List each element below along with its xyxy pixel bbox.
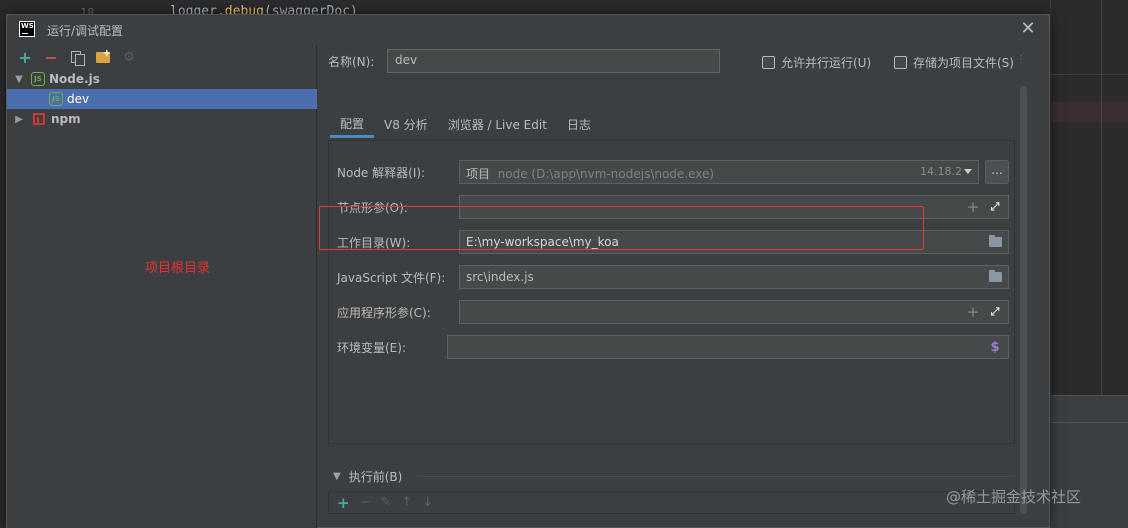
chevron-down-icon bbox=[964, 169, 972, 174]
app-params-label: 应用程序形参(C): bbox=[337, 305, 431, 320]
working-dir-row: 工作目录(W): bbox=[337, 230, 410, 254]
expand-icon[interactable]: ⤢ bbox=[986, 303, 1004, 321]
title-bar: WS 运行/调试配置 ✕ bbox=[7, 15, 1049, 45]
env-vars-input[interactable]: $ bbox=[447, 335, 1009, 359]
interpreter-select[interactable]: 项目 node (D:\app\nvm-nodejs\node.exe) 14.… bbox=[459, 160, 979, 184]
plus-icon[interactable]: + bbox=[964, 303, 982, 321]
scrollbar[interactable] bbox=[1020, 86, 1027, 514]
breakpoint-row bbox=[1051, 102, 1128, 122]
tree-toolbar: + − ⚙ bbox=[7, 45, 317, 69]
config-tabs: 配置 V8 分析 浏览器 / Live Edit 日志 bbox=[330, 108, 601, 138]
app-params-input[interactable]: + ⤢ bbox=[459, 300, 1009, 324]
app-params-row: 应用程序形参(C): bbox=[337, 300, 431, 324]
parallel-run-checkbox[interactable] bbox=[762, 56, 775, 69]
node-params-row: 节点形参(O): bbox=[337, 195, 408, 219]
add-task-icon[interactable]: + bbox=[337, 494, 350, 512]
store-project-label: 存储为项目文件(S) bbox=[913, 56, 1014, 70]
dialog-title: 运行/调试配置 bbox=[47, 24, 124, 38]
interpreter-row: Node 解释器(I): bbox=[337, 160, 425, 184]
name-input[interactable]: dev bbox=[387, 49, 720, 73]
dollar-icon[interactable]: $ bbox=[986, 338, 1004, 356]
background-right-pane bbox=[1050, 0, 1128, 528]
store-project-option[interactable]: 存储为项目文件(S) bbox=[894, 54, 1014, 71]
tab-logs[interactable]: 日志 bbox=[557, 108, 601, 138]
tree-item-dev[interactable]: JS dev bbox=[7, 89, 317, 109]
copy-icon bbox=[71, 50, 85, 66]
working-dir-input[interactable]: E:\my-workspace\my_koa bbox=[459, 230, 1009, 254]
interpreter-prefix: 项目 bbox=[466, 167, 491, 181]
background-bottom-panel bbox=[1051, 395, 1128, 528]
store-project-checkbox[interactable] bbox=[894, 56, 907, 69]
npm-icon bbox=[33, 113, 45, 125]
chevron-down-icon[interactable]: ▼ bbox=[333, 471, 341, 482]
js-file-input[interactable]: src\index.js bbox=[459, 265, 1009, 289]
parallel-run-label: 允许并行运行(U) bbox=[781, 56, 872, 70]
add-config-icon[interactable]: + bbox=[14, 47, 36, 67]
annotation-label: 项目根目录 bbox=[145, 261, 211, 276]
edit-templates-icon[interactable]: ⚙ bbox=[118, 47, 140, 67]
nodejs-icon: JS bbox=[49, 92, 63, 106]
tab-v8-profiling[interactable]: V8 分析 bbox=[374, 108, 438, 138]
tree-item-label: Node.js bbox=[49, 72, 100, 86]
folder-icon[interactable] bbox=[986, 268, 1004, 286]
tree-item-npm[interactable]: ▶ npm bbox=[7, 109, 317, 129]
config-panel: Node 解释器(I): 项目 node (D:\app\nvm-nodejs\… bbox=[328, 140, 1015, 444]
folder-icon[interactable] bbox=[986, 233, 1004, 251]
interpreter-browse-button[interactable]: ... bbox=[985, 160, 1009, 184]
before-run-toolbar: + − ✎ ↑ ↓ bbox=[328, 491, 1015, 514]
expand-icon[interactable]: ⤢ bbox=[986, 198, 1004, 216]
remove-task-icon[interactable]: − bbox=[360, 495, 371, 510]
node-params-label: 节点形参(O): bbox=[337, 200, 408, 215]
tree-item-label: dev bbox=[67, 92, 90, 106]
before-run-label: 执行前(B) bbox=[348, 470, 403, 484]
tree-item-label: npm bbox=[51, 112, 81, 126]
watermark: @稀土掘金技术社区 bbox=[946, 488, 1082, 506]
interpreter-version: 14.18.2 bbox=[920, 165, 962, 178]
chevron-down-icon[interactable]: ▼ bbox=[13, 74, 25, 85]
node-params-input[interactable]: + ⤢ bbox=[459, 195, 1009, 219]
plus-icon[interactable]: + bbox=[964, 198, 982, 216]
working-dir-label: 工作目录(W): bbox=[337, 235, 411, 250]
close-button[interactable]: ✕ bbox=[1018, 19, 1038, 39]
scrollbar-thumb[interactable] bbox=[1020, 86, 1027, 514]
more-options-icon[interactable]: ⋮ bbox=[1016, 54, 1026, 65]
edit-task-icon[interactable]: ✎ bbox=[380, 495, 391, 510]
chevron-right-icon[interactable]: ▶ bbox=[13, 114, 25, 125]
config-tree: ▼ JS Node.js JS dev ▶ npm bbox=[7, 69, 317, 129]
before-run-section[interactable]: ▼ 执行前(B) bbox=[333, 468, 402, 485]
nodejs-icon: JS bbox=[31, 72, 45, 86]
new-folder-button[interactable] bbox=[92, 47, 114, 67]
name-label: 名称(N): bbox=[328, 55, 375, 69]
webstorm-logo-icon: WS bbox=[19, 21, 35, 37]
remove-config-icon[interactable]: − bbox=[40, 47, 62, 67]
copy-config-button[interactable] bbox=[66, 47, 88, 67]
move-down-icon[interactable]: ↓ bbox=[422, 495, 433, 510]
parallel-run-option[interactable]: 允许并行运行(U) bbox=[762, 54, 871, 71]
tab-browser-live-edit[interactable]: 浏览器 / Live Edit bbox=[438, 108, 557, 138]
js-file-row: JavaScript 文件(F): bbox=[337, 265, 445, 289]
tree-item-nodejs[interactable]: ▼ JS Node.js bbox=[7, 69, 317, 89]
js-file-label: JavaScript 文件(F): bbox=[337, 270, 446, 285]
interpreter-label: Node 解释器(I): bbox=[337, 165, 426, 180]
new-folder-icon bbox=[96, 48, 111, 63]
divider bbox=[417, 476, 1015, 477]
tab-config[interactable]: 配置 bbox=[330, 108, 375, 138]
env-vars-label: 环境变量(E): bbox=[337, 340, 406, 355]
env-vars-row: 环境变量(E): bbox=[337, 335, 406, 359]
interpreter-path: node (D:\app\nvm-nodejs\node.exe) bbox=[497, 167, 715, 181]
config-tree-panel: + − ⚙ ▼ JS Node.js JS dev ▶ npm 项目根目录 bbox=[7, 45, 317, 528]
move-up-icon[interactable]: ↑ bbox=[401, 495, 412, 510]
